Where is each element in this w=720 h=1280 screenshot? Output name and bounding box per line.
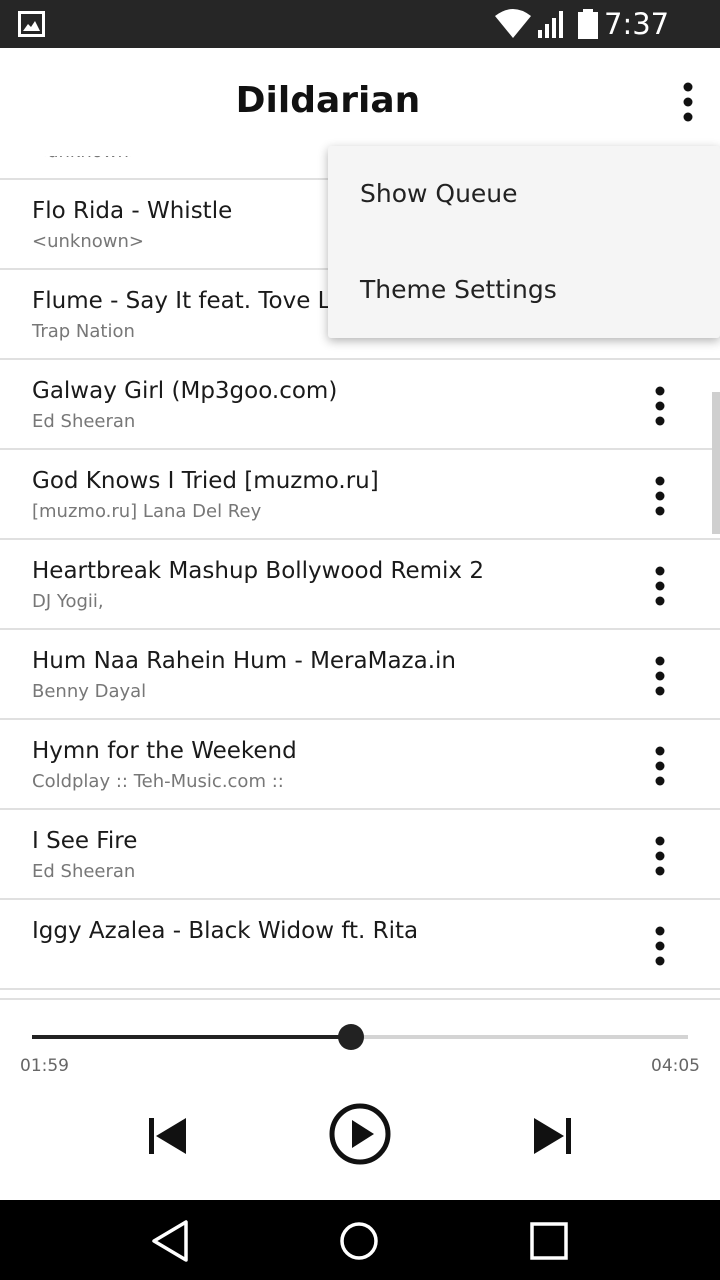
song-row[interactable]: God Knows I Tried [muzmo.ru] [muzmo.ru] L… — [0, 450, 720, 540]
wifi-icon — [495, 9, 531, 38]
app-bar: Dildarian — [0, 48, 720, 156]
song-artist: Benny Dayal — [32, 681, 147, 702]
seek-thumb[interactable] — [337, 1024, 364, 1050]
navigation-bar — [0, 1200, 720, 1280]
skip-next-icon[interactable] — [524, 1108, 580, 1164]
song-artist: [muzmo.ru] Lana Del Rey — [32, 501, 262, 522]
song-row[interactable]: Hymn for the WeekendColdplay :: Teh-Musi… — [0, 720, 720, 810]
back-icon[interactable] — [148, 1218, 194, 1264]
song-more-options-icon[interactable] — [650, 656, 670, 696]
song-artist: <unknown> — [32, 231, 144, 252]
song-artist: <unknown> — [32, 156, 144, 164]
gallery-icon — [18, 11, 45, 37]
menu-item-show-queue[interactable]: Show Queue — [328, 146, 720, 242]
elapsed-time: 01:59 — [20, 1056, 69, 1076]
overflow-popup-menu: Show Queue Theme Settings — [328, 146, 720, 338]
song-more-options-icon[interactable] — [650, 566, 670, 606]
song-artist: Trap Nation — [32, 321, 135, 342]
song-title: Flo Rida - Whistle — [32, 198, 233, 224]
song-more-options-icon[interactable] — [650, 926, 670, 966]
signal-icon — [538, 11, 563, 38]
song-artist: Ed Sheeran — [32, 411, 136, 432]
song-title: I See Fire — [32, 828, 138, 854]
song-title: Hymn for the Weekend — [32, 738, 297, 764]
song-title: Heartbreak Mashup Bollywood Remix 2 — [32, 558, 484, 584]
song-artist: Coldplay :: Teh-Music.com :: — [32, 771, 284, 792]
song-title: Hum Naa Rahein Hum - MeraMaza.in — [32, 648, 456, 674]
menu-item-label: Show Queue — [360, 179, 518, 208]
home-icon[interactable] — [336, 1218, 382, 1264]
music-player-screen: 7:37 PM Dildarian Everybody Knows - Sigr… — [0, 0, 720, 1280]
song-row[interactable]: I See Fire Ed Sheeran — [0, 810, 720, 900]
song-artist: Ed Sheeran — [32, 861, 136, 882]
menu-item-label: Theme Settings — [360, 275, 557, 304]
song-title: Iggy Azalea - Black Widow ft. Rita — [32, 918, 419, 944]
song-more-options-icon[interactable] — [650, 386, 670, 426]
song-title: Galway Girl (Mp3goo.com) — [32, 378, 338, 404]
song-artist: DJ Yogii, — [32, 591, 104, 612]
song-row[interactable]: Iggy Azalea - Black Widow ft. Rita — [0, 900, 720, 990]
song-more-options-icon[interactable] — [650, 476, 670, 516]
page-title: Dildarian — [235, 80, 421, 121]
seek-progress — [32, 1035, 351, 1039]
player-controls: 01:59 04:05 — [0, 998, 720, 1200]
song-more-options-icon[interactable] — [650, 746, 670, 786]
play-icon[interactable] — [326, 1100, 394, 1168]
skip-previous-icon[interactable] — [140, 1108, 196, 1164]
battery-icon — [578, 9, 598, 39]
total-time: 04:05 — [651, 1056, 700, 1076]
song-row[interactable]: Heartbreak Mashup Bollywood Remix 2 DJ Yo… — [0, 540, 720, 630]
song-row[interactable]: Galway Girl (Mp3goo.com) Ed Sheeran — [0, 360, 720, 450]
song-row[interactable]: Hum Naa Rahein Hum - MeraMaza.in Benny Da… — [0, 630, 720, 720]
scrollbar-thumb[interactable] — [712, 392, 720, 534]
menu-item-theme-settings[interactable]: Theme Settings — [328, 242, 720, 338]
song-more-options-icon[interactable] — [650, 836, 670, 876]
recents-icon[interactable] — [526, 1218, 572, 1264]
overflow-menu-icon[interactable] — [676, 82, 700, 122]
status-bar: 7:37 PM — [0, 0, 720, 77]
song-title: God Knows I Tried [muzmo.ru] — [32, 468, 379, 494]
